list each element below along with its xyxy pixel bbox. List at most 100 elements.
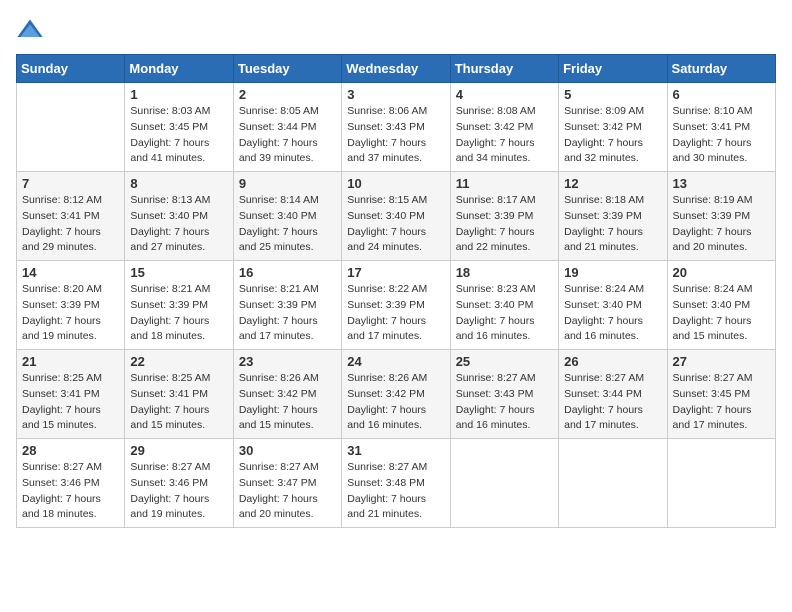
day-number: 20 [673,265,770,280]
day-number: 3 [347,87,444,102]
calendar-cell: 6 Sunrise: 8:10 AMSunset: 3:41 PMDaylight… [667,83,775,172]
day-info: Sunrise: 8:12 AMSunset: 3:41 PMDaylight:… [22,193,119,256]
day-info: Sunrise: 8:25 AMSunset: 3:41 PMDaylight:… [130,371,227,434]
day-number: 9 [239,176,336,191]
calendar-cell: 10 Sunrise: 8:15 AMSunset: 3:40 PMDayligh… [342,172,450,261]
day-info: Sunrise: 8:21 AMSunset: 3:39 PMDaylight:… [239,282,336,345]
calendar-cell: 9 Sunrise: 8:14 AMSunset: 3:40 PMDaylight… [233,172,341,261]
day-info: Sunrise: 8:27 AMSunset: 3:44 PMDaylight:… [564,371,661,434]
logo-icon [16,16,44,44]
calendar-week-row: 7 Sunrise: 8:12 AMSunset: 3:41 PMDaylight… [17,172,776,261]
calendar-cell: 23 Sunrise: 8:26 AMSunset: 3:42 PMDayligh… [233,350,341,439]
day-info: Sunrise: 8:06 AMSunset: 3:43 PMDaylight:… [347,104,444,167]
day-number: 1 [130,87,227,102]
day-info: Sunrise: 8:20 AMSunset: 3:39 PMDaylight:… [22,282,119,345]
weekday-header-sunday: Sunday [17,55,125,83]
day-number: 8 [130,176,227,191]
calendar-cell: 30 Sunrise: 8:27 AMSunset: 3:47 PMDayligh… [233,439,341,528]
logo [16,16,48,44]
calendar-cell: 19Sunrise: 8:24 AMSunset: 3:40 PMDayligh… [559,261,667,350]
day-number: 12 [564,176,661,191]
day-number: 5 [564,87,661,102]
calendar-week-row: 28Sunrise: 8:27 AMSunset: 3:46 PMDayligh… [17,439,776,528]
calendar-cell: 7 Sunrise: 8:12 AMSunset: 3:41 PMDaylight… [17,172,125,261]
calendar-week-row: 1 Sunrise: 8:03 AMSunset: 3:45 PMDaylight… [17,83,776,172]
day-info: Sunrise: 8:23 AMSunset: 3:40 PMDaylight:… [456,282,553,345]
calendar-week-row: 21Sunrise: 8:25 AMSunset: 3:41 PMDayligh… [17,350,776,439]
calendar-cell: 3 Sunrise: 8:06 AMSunset: 3:43 PMDaylight… [342,83,450,172]
calendar-cell: 14 Sunrise: 8:20 AMSunset: 3:39 PMDayligh… [17,261,125,350]
day-info: Sunrise: 8:10 AMSunset: 3:41 PMDaylight:… [673,104,770,167]
day-info: Sunrise: 8:08 AMSunset: 3:42 PMDaylight:… [456,104,553,167]
calendar-table: SundayMondayTuesdayWednesdayThursdayFrid… [16,54,776,528]
day-number: 10 [347,176,444,191]
day-info: Sunrise: 8:22 AMSunset: 3:39 PMDaylight:… [347,282,444,345]
day-info: Sunrise: 8:05 AMSunset: 3:44 PMDaylight:… [239,104,336,167]
day-info: Sunrise: 8:27 AMSunset: 3:46 PMDaylight:… [130,460,227,523]
day-number: 6 [673,87,770,102]
calendar-cell: 16 Sunrise: 8:21 AMSunset: 3:39 PMDayligh… [233,261,341,350]
day-number: 15 [130,265,227,280]
day-number: 30 [239,443,336,458]
calendar-cell: 31 Sunrise: 8:27 AMSunset: 3:48 PMDayligh… [342,439,450,528]
day-info: Sunrise: 8:26 AMSunset: 3:42 PMDaylight:… [239,371,336,434]
day-number: 24 [347,354,444,369]
day-info: Sunrise: 8:09 AMSunset: 3:42 PMDaylight:… [564,104,661,167]
day-info: Sunrise: 8:24 AMSunset: 3:40 PMDaylight:… [564,282,661,345]
calendar-cell [17,83,125,172]
weekday-header-wednesday: Wednesday [342,55,450,83]
calendar-cell: 24 Sunrise: 8:26 AMSunset: 3:42 PMDayligh… [342,350,450,439]
calendar-cell: 18Sunrise: 8:23 AMSunset: 3:40 PMDayligh… [450,261,558,350]
day-info: Sunrise: 8:27 AMSunset: 3:46 PMDaylight:… [22,460,119,523]
day-info: Sunrise: 8:26 AMSunset: 3:42 PMDaylight:… [347,371,444,434]
calendar-cell: 20 Sunrise: 8:24 AMSunset: 3:40 PMDayligh… [667,261,775,350]
calendar-cell: 25Sunrise: 8:27 AMSunset: 3:43 PMDayligh… [450,350,558,439]
day-info: Sunrise: 8:14 AMSunset: 3:40 PMDaylight:… [239,193,336,256]
day-info: Sunrise: 8:27 AMSunset: 3:48 PMDaylight:… [347,460,444,523]
day-number: 23 [239,354,336,369]
weekday-header-friday: Friday [559,55,667,83]
day-number: 29 [130,443,227,458]
calendar-cell: 8 Sunrise: 8:13 AMSunset: 3:40 PMDaylight… [125,172,233,261]
calendar-cell: 26 Sunrise: 8:27 AMSunset: 3:44 PMDayligh… [559,350,667,439]
day-number: 31 [347,443,444,458]
day-info: Sunrise: 8:13 AMSunset: 3:40 PMDaylight:… [130,193,227,256]
weekday-header-saturday: Saturday [667,55,775,83]
day-info: Sunrise: 8:17 AMSunset: 3:39 PMDaylight:… [456,193,553,256]
calendar-cell: 21Sunrise: 8:25 AMSunset: 3:41 PMDayligh… [17,350,125,439]
calendar-cell: 17 Sunrise: 8:22 AMSunset: 3:39 PMDayligh… [342,261,450,350]
day-info: Sunrise: 8:25 AMSunset: 3:41 PMDaylight:… [22,371,119,434]
calendar-cell: 11Sunrise: 8:17 AMSunset: 3:39 PMDayligh… [450,172,558,261]
calendar-cell: 22 Sunrise: 8:25 AMSunset: 3:41 PMDayligh… [125,350,233,439]
calendar-cell: 12 Sunrise: 8:18 AMSunset: 3:39 PMDayligh… [559,172,667,261]
day-number: 4 [456,87,553,102]
day-info: Sunrise: 8:18 AMSunset: 3:39 PMDaylight:… [564,193,661,256]
calendar-cell: 5 Sunrise: 8:09 AMSunset: 3:42 PMDaylight… [559,83,667,172]
day-info: Sunrise: 8:27 AMSunset: 3:47 PMDaylight:… [239,460,336,523]
day-number: 14 [22,265,119,280]
calendar-cell: 2 Sunrise: 8:05 AMSunset: 3:44 PMDaylight… [233,83,341,172]
weekday-header-tuesday: Tuesday [233,55,341,83]
day-number: 17 [347,265,444,280]
day-number: 2 [239,87,336,102]
calendar-cell [559,439,667,528]
calendar-cell: 13 Sunrise: 8:19 AMSunset: 3:39 PMDayligh… [667,172,775,261]
day-info: Sunrise: 8:19 AMSunset: 3:39 PMDaylight:… [673,193,770,256]
day-info: Sunrise: 8:24 AMSunset: 3:40 PMDaylight:… [673,282,770,345]
day-number: 7 [22,176,119,191]
day-number: 22 [130,354,227,369]
day-number: 13 [673,176,770,191]
day-info: Sunrise: 8:27 AMSunset: 3:43 PMDaylight:… [456,371,553,434]
day-info: Sunrise: 8:03 AMSunset: 3:45 PMDaylight:… [130,104,227,167]
weekday-header-row: SundayMondayTuesdayWednesdayThursdayFrid… [17,55,776,83]
day-number: 16 [239,265,336,280]
calendar-cell [450,439,558,528]
day-number: 26 [564,354,661,369]
weekday-header-thursday: Thursday [450,55,558,83]
day-number: 27 [673,354,770,369]
calendar-cell: 1 Sunrise: 8:03 AMSunset: 3:45 PMDaylight… [125,83,233,172]
day-info: Sunrise: 8:21 AMSunset: 3:39 PMDaylight:… [130,282,227,345]
day-info: Sunrise: 8:27 AMSunset: 3:45 PMDaylight:… [673,371,770,434]
weekday-header-monday: Monday [125,55,233,83]
day-info: Sunrise: 8:15 AMSunset: 3:40 PMDaylight:… [347,193,444,256]
